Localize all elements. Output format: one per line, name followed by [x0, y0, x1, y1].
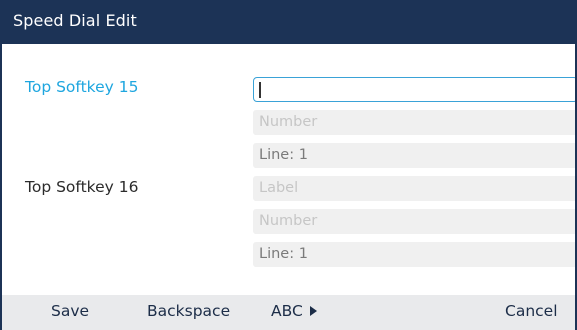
backspace-softkey[interactable]: Backspace [147, 302, 230, 320]
label-input-16[interactable]: Label [253, 176, 577, 201]
triangle-right-icon [309, 306, 317, 316]
abc-softkey-label: ABC [271, 302, 303, 320]
number-input-15[interactable]: Number [253, 110, 577, 135]
text-cursor [259, 82, 261, 98]
abc-softkey[interactable]: ABC [271, 302, 317, 320]
speed-dial-edit-screen: Speed Dial Edit Top Softkey 15 Number Li… [0, 0, 577, 330]
line-select-16[interactable]: Line: 1 [253, 242, 577, 267]
softkey-bar: Save Backspace ABC Cancel [0, 295, 577, 330]
screen-title: Speed Dial Edit [13, 11, 137, 30]
number-input-16[interactable]: Number [253, 209, 577, 234]
cancel-softkey[interactable]: Cancel [505, 302, 558, 320]
entry-label-top-softkey-16[interactable]: Top Softkey 16 [25, 178, 138, 196]
entry-label-top-softkey-15[interactable]: Top Softkey 15 [25, 78, 138, 96]
screen-edge-left [0, 0, 2, 330]
label-input-15[interactable] [253, 77, 577, 102]
title-bar: Speed Dial Edit [0, 0, 577, 44]
save-softkey[interactable]: Save [51, 302, 89, 320]
line-select-15[interactable]: Line: 1 [253, 143, 577, 168]
